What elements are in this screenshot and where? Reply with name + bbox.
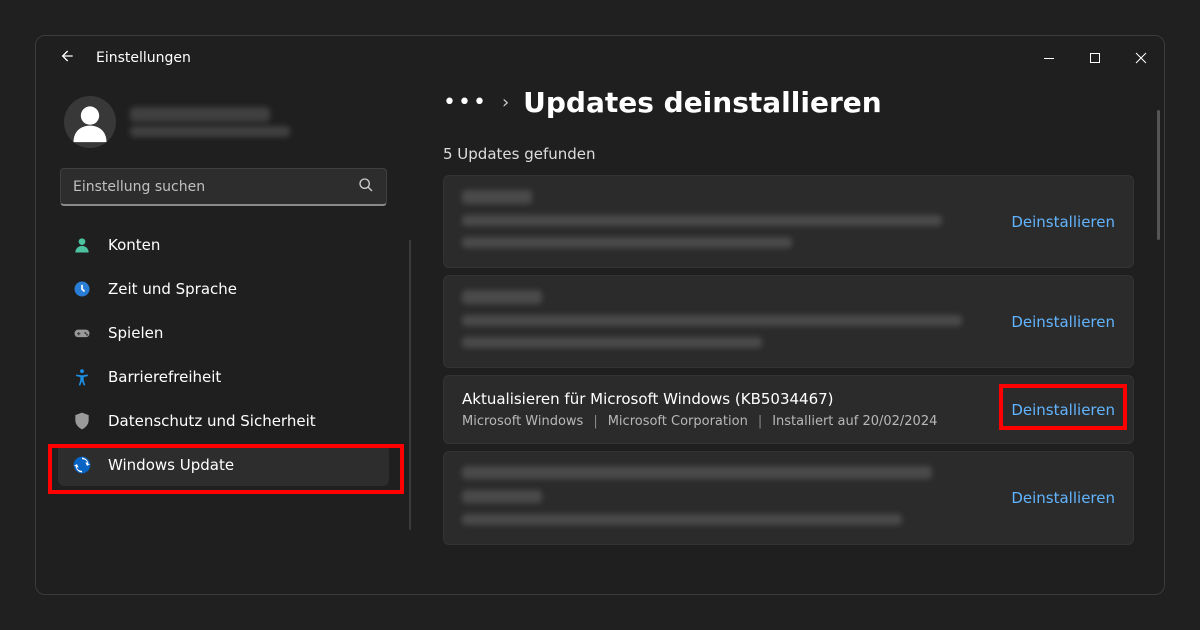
accounts-icon (72, 235, 92, 255)
update-icon (72, 455, 92, 475)
update-installed-date: Installiert auf 20/02/2024 (772, 414, 937, 429)
sidebar-item-label: Windows Update (108, 456, 234, 474)
maximize-button[interactable] (1072, 36, 1118, 80)
avatar (64, 96, 116, 148)
sidebar-item-gaming[interactable]: Spielen (58, 312, 389, 354)
accessibility-icon (72, 367, 92, 387)
minimize-button[interactable] (1026, 36, 1072, 80)
page-title: Updates deinstallieren (523, 86, 882, 119)
shield-icon (72, 411, 92, 431)
sidebar-item-label: Zeit und Sprache (108, 280, 237, 298)
update-meta-redacted (462, 315, 962, 326)
update-meta-redacted (462, 514, 902, 525)
sidebar-item-time-language[interactable]: Zeit und Sprache (58, 268, 389, 310)
breadcrumb-overflow-icon[interactable]: ••• (443, 90, 488, 115)
sidebar-item-accounts[interactable]: Konten (58, 224, 389, 266)
main-content: ••• › Updates deinstallieren 5 Updates g… (411, 80, 1164, 594)
update-row: Deinstallieren (443, 175, 1134, 268)
user-email-redacted (130, 126, 290, 137)
settings-window: Einstellungen (35, 35, 1165, 595)
sidebar-item-label: Konten (108, 236, 160, 254)
search-input[interactable]: Einstellung suchen (60, 168, 387, 206)
updates-count-label: 5 Updates gefunden (443, 145, 1134, 163)
chevron-right-icon: › (502, 92, 509, 113)
sidebar-item-label: Datenschutz und Sicherheit (108, 412, 316, 430)
clock-icon (72, 279, 92, 299)
update-title-redacted (462, 190, 532, 204)
update-row-kb5034467: Aktualisieren für Microsoft Windows (KB5… (443, 375, 1134, 444)
uninstall-button[interactable]: Deinstallieren (1011, 213, 1115, 231)
update-publisher: Microsoft Corporation (608, 414, 748, 429)
gamepad-icon (72, 323, 92, 343)
update-meta-redacted (462, 337, 762, 348)
sidebar-item-label: Spielen (108, 324, 163, 342)
sidebar-item-privacy[interactable]: Datenschutz und Sicherheit (58, 400, 389, 442)
update-title-redacted (462, 490, 542, 503)
update-title-redacted (462, 466, 932, 479)
sidebar-item-windows-update[interactable]: Windows Update (58, 444, 389, 486)
user-name-redacted (130, 107, 270, 122)
update-row: Deinstallieren (443, 275, 1134, 368)
sidebar-item-accessibility[interactable]: Barrierefreiheit (58, 356, 389, 398)
back-icon[interactable] (56, 46, 76, 71)
update-meta-redacted (462, 237, 792, 248)
sidebar: Einstellung suchen Konten Zeit und Spra (36, 80, 411, 594)
app-name: Einstellungen (96, 50, 191, 66)
uninstall-button[interactable]: Deinstallieren (1011, 401, 1115, 419)
update-title-redacted (462, 290, 542, 304)
uninstall-button[interactable]: Deinstallieren (1011, 313, 1115, 331)
sidebar-item-label: Barrierefreiheit (108, 368, 221, 386)
search-icon (358, 177, 374, 197)
update-title: Aktualisieren für Microsoft Windows (KB5… (462, 390, 937, 408)
update-meta-redacted (462, 215, 942, 226)
update-row: Deinstallieren (443, 451, 1134, 545)
update-vendor: Microsoft Windows (462, 414, 583, 429)
titlebar: Einstellungen (36, 36, 1164, 80)
uninstall-button[interactable]: Deinstallieren (1011, 489, 1115, 507)
user-profile[interactable] (52, 90, 395, 164)
close-button[interactable] (1118, 36, 1164, 80)
scrollbar[interactable] (1157, 110, 1160, 240)
search-placeholder: Einstellung suchen (73, 179, 205, 195)
